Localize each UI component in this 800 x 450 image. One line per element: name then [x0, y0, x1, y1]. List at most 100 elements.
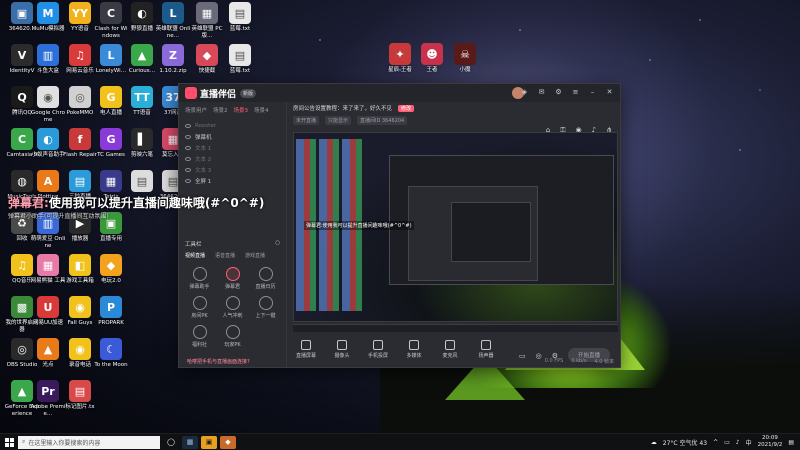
scene-tab[interactable]: 场景3: [234, 106, 249, 114]
layer-row[interactable]: 全屏 1: [185, 175, 280, 186]
source-tool-button[interactable]: 多媒体: [403, 340, 425, 359]
desktop-icon[interactable]: Z 1.10.2.zip: [155, 44, 191, 75]
eye-icon[interactable]: [185, 123, 191, 128]
app-taskbar-icon[interactable]: ◆: [220, 435, 236, 449]
skin-icon[interactable]: ◈: [520, 87, 529, 96]
settings-icon[interactable]: ⚙: [554, 87, 563, 96]
desktop-icon[interactable]: L 英雄联盟 Online…: [155, 2, 191, 39]
taskbar-search[interactable]: ⌕ 在这里输入你要搜索的内容: [18, 435, 160, 449]
desktop-icon[interactable]: ▤ 蓝莓.txt: [222, 2, 258, 33]
desktop-icon[interactable]: ▤ 蓝莓.txt: [222, 44, 258, 75]
live-app-taskbar-icon[interactable]: ▣: [201, 435, 217, 449]
desktop-app-icon: ◉: [69, 296, 91, 318]
eye-icon[interactable]: [185, 178, 191, 183]
eye-icon[interactable]: [185, 167, 191, 172]
desktop-icon[interactable]: ☾ To the Moon: [93, 338, 129, 369]
eye-icon[interactable]: [185, 145, 191, 150]
source-tool-button[interactable]: 直播屏幕: [295, 340, 317, 359]
source-tool-button[interactable]: 扬声器: [475, 340, 497, 359]
desktop-icon-label: 网易UU加速: [32, 320, 64, 326]
desktop-icon[interactable]: ▦ 网易熊猫 工具: [30, 254, 66, 285]
layer-label: 全屏 1: [195, 178, 212, 185]
layer-row[interactable]: Rooster: [185, 120, 280, 131]
tool-button[interactable]: 福利社: [183, 325, 216, 348]
desktop-icon[interactable]: U 网易UU加速: [30, 296, 66, 327]
desktop-icon-label: 蓝莓.txt: [229, 26, 251, 32]
tool-button[interactable]: 玩家PK: [216, 325, 249, 348]
tool-button[interactable]: 弹幕君: [216, 267, 249, 290]
desktop-icon[interactable]: ◆ 电玩2.0: [93, 254, 129, 285]
steam-taskbar-icon[interactable]: ▦: [182, 435, 198, 449]
source-tool-label: 手机投屏: [367, 353, 388, 359]
version-badge[interactable]: 新版: [240, 88, 257, 98]
layer-row[interactable]: 弹幕机: [185, 131, 280, 142]
notification-icon[interactable]: ▤: [788, 439, 794, 446]
weather-text[interactable]: 27°C 空气优 43: [663, 438, 707, 447]
tool-button[interactable]: 房间PK: [183, 296, 216, 319]
desktop-icon-label: 小魔: [459, 67, 471, 73]
tool-button[interactable]: 直播日历: [249, 267, 282, 290]
clock[interactable]: 20:09 2021/9/2: [758, 435, 783, 449]
desktop-app-icon: ♫: [69, 44, 91, 66]
layer-row[interactable]: 文本 3: [185, 164, 280, 175]
tool-tab[interactable]: 视频直播: [185, 252, 205, 259]
desktop-icon[interactable]: M MuMu模拟器: [30, 2, 66, 33]
desktop-icon[interactable]: P PROPARK: [93, 296, 129, 327]
desktop-app-icon: f: [69, 128, 91, 150]
live-app-window[interactable]: 直播伴侣 新版 ◈ ✉ ⚙ ≡ – ✕ 场景用户 场景2 场景3 场景4 Rooste…: [178, 83, 621, 368]
desktop-icon[interactable]: ◆ 快捷截: [189, 44, 225, 75]
app-title: 直播伴侣: [200, 89, 237, 100]
desktop-icon[interactable]: ▦ 英雄联盟 PC版…: [189, 2, 225, 39]
close-icon[interactable]: ✕: [605, 87, 614, 96]
tool-tab[interactable]: 游戏直播: [245, 252, 265, 259]
weather-icon[interactable]: ☁: [651, 439, 657, 446]
desktop-icon[interactable]: ☠ 小魔: [447, 43, 483, 74]
app-titlebar[interactable]: 直播伴侣 新版 ◈ ✉ ⚙ ≡ – ✕: [179, 84, 620, 102]
start-button[interactable]: [0, 434, 18, 450]
layer-row[interactable]: 文本 2: [185, 153, 280, 164]
main-panel: 房间公告设置教程：来了来了，好久不见 修改 未开直播 只能显示 直播间ID 3646…: [287, 102, 620, 367]
tool-button[interactable]: 上下一键: [249, 296, 282, 319]
eye-icon[interactable]: [185, 134, 191, 139]
scene-tab[interactable]: 场景2: [213, 106, 228, 114]
source-tool-button[interactable]: 麦克风: [439, 340, 461, 359]
tool-button[interactable]: 弹幕助手: [183, 267, 216, 290]
volume-icon[interactable]: ♪: [736, 439, 740, 446]
task-view-icon[interactable]: ◯: [163, 436, 179, 449]
tray-chevron-icon[interactable]: ^: [713, 439, 718, 446]
source-tool-button[interactable]: 手机投屏: [367, 340, 389, 359]
desktop-icon[interactable]: ◐ 小蚁声音助手: [30, 128, 66, 159]
scene-tab[interactable]: 场景4: [254, 106, 269, 114]
eye-icon[interactable]: [185, 156, 191, 161]
network-icon[interactable]: ▭: [724, 439, 730, 446]
desktop-icon[interactable]: ▤ 标记图片.tx: [62, 380, 98, 411]
tool-label: 上下一键: [255, 313, 276, 319]
source-tool-button[interactable]: 摄像头: [331, 340, 353, 359]
stream-stats: 0.0 FPS 0 kb/s 4.0 帧率: [545, 358, 614, 365]
minimize-icon[interactable]: –: [588, 87, 597, 96]
announcement-edit-button[interactable]: 修改: [398, 104, 415, 112]
layer-row[interactable]: 文本 1: [185, 142, 280, 153]
eye-icon[interactable]: ◎: [536, 352, 542, 360]
source-tool-label: 直播屏幕: [295, 353, 316, 359]
tool-toggle-icon[interactable]: ○: [275, 240, 280, 248]
menu-icon[interactable]: ≡: [571, 87, 580, 96]
tool-tab[interactable]: 语音直播: [215, 252, 235, 259]
stream-preview[interactable]: 弹幕君:使用我可以提升直播间趣味哦(#^0^#): [293, 132, 618, 322]
desktop-icon[interactable]: ✦ 星辰·王者: [382, 43, 418, 74]
desktop-app-icon: ✦: [389, 43, 411, 65]
tool-button[interactable]: 人气冲刺: [216, 296, 249, 319]
desktop-icon[interactable]: ☻ 王者: [414, 43, 450, 74]
message-icon[interactable]: ✉: [537, 87, 546, 96]
status-hint[interactable]: 哈喽把手机与直播画面连接?: [187, 358, 250, 365]
camera-quick-icon[interactable]: ▭: [519, 352, 526, 360]
desktop-icon[interactable]: ▥ 斗鱼大盒: [30, 44, 66, 75]
desktop-icon[interactable]: ◉ Google Chrome: [30, 86, 66, 123]
ime-icon[interactable]: 中: [746, 438, 752, 447]
desktop-icon-label: 电玩2.0: [101, 278, 121, 284]
desktop-icon[interactable]: ▲ 光点: [30, 338, 66, 369]
desktop-icon[interactable]: Pr Adobe Premie…: [30, 380, 66, 417]
scene-tab[interactable]: 场景用户: [185, 106, 207, 114]
desktop-icon-label: 星辰·王者: [388, 67, 412, 73]
tool-header: 工具栏 ○: [185, 240, 280, 248]
